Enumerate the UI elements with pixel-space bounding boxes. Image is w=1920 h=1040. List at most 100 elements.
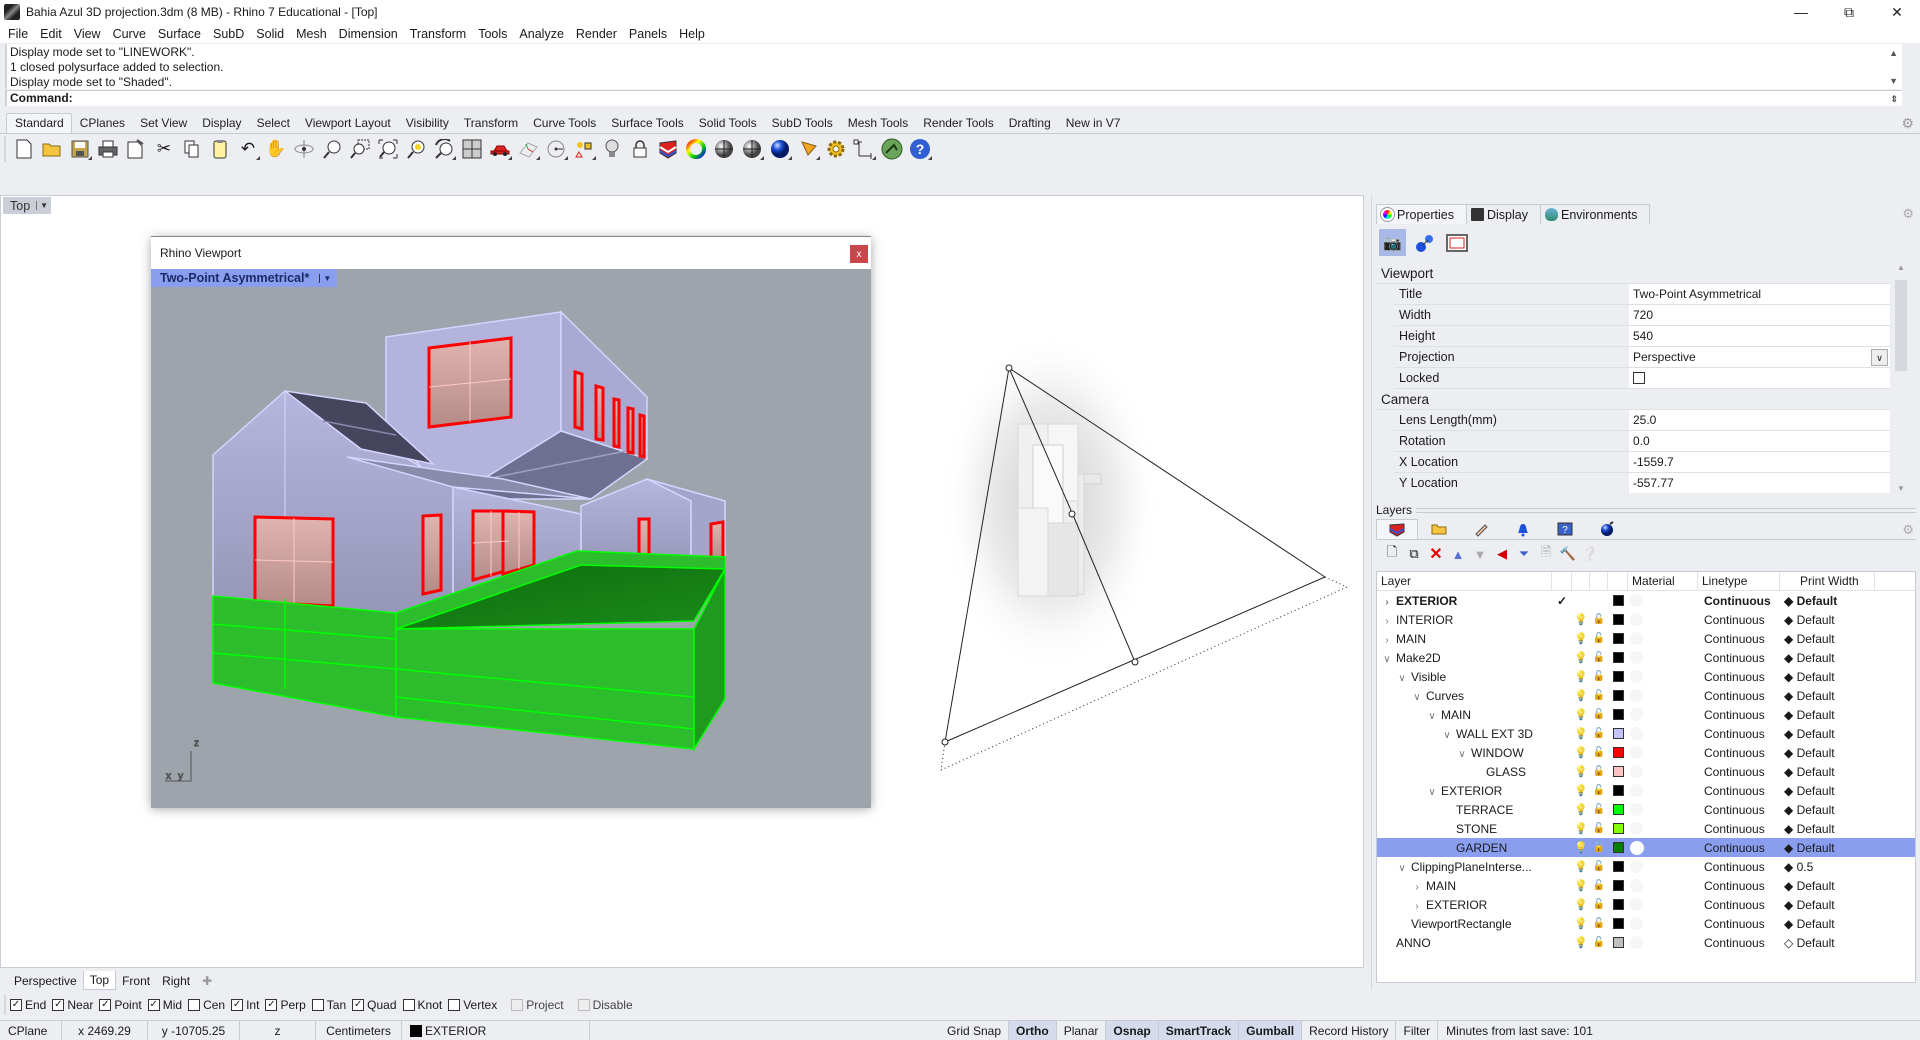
camera-target-handle[interactable]	[1068, 510, 1076, 518]
layer-row[interactable]: GLASS 💡 🔓 Continuous ◆ Default	[1377, 762, 1915, 781]
layer-material-cell[interactable]	[1628, 708, 1698, 721]
layer-row[interactable]: ∨ WINDOW 💡 🔓 Continuous ◆ Default	[1377, 743, 1915, 762]
color-wheel-icon[interactable]	[684, 137, 708, 161]
new-layer-icon[interactable]: 🗋	[1382, 543, 1402, 565]
layer-row[interactable]: ViewportRectangle 💡 🔓 Continuous ◆ Default	[1377, 914, 1915, 933]
unlock-icon[interactable]: 🔓	[1590, 766, 1608, 777]
layer-print-width-cell[interactable]: ◇ Default	[1780, 936, 1875, 950]
layer-color-swatch[interactable]	[1608, 804, 1628, 815]
unlock-icon[interactable]: 🔓	[1590, 937, 1608, 948]
layer-color-swatch[interactable]	[1608, 614, 1628, 625]
tools-hammer-icon[interactable]: 🔨	[1558, 546, 1578, 562]
tab-subd-tools[interactable]: SubD Tools	[764, 114, 840, 133]
status-toggle-filter[interactable]: Filter	[1396, 1021, 1439, 1040]
visibility-bulb-icon[interactable]: 💡	[1572, 879, 1590, 892]
layer-icon[interactable]	[656, 137, 680, 161]
layer-row[interactable]: ANNO 💡 🔓 Continuous ◇ Default	[1377, 933, 1915, 952]
options-gear-icon[interactable]	[824, 137, 848, 161]
property-locked-field[interactable]	[1629, 368, 1890, 388]
notifications-bell-icon[interactable]	[1502, 519, 1544, 539]
layer-material-cell[interactable]	[1628, 727, 1698, 740]
layer-row[interactable]: STONE 💡 🔓 Continuous ◆ Default	[1377, 819, 1915, 838]
osnap-checkbox[interactable]: ✓	[147, 999, 160, 1011]
col-color[interactable]	[1608, 571, 1628, 591]
new-sublayer-icon[interactable]: ⧉	[1404, 546, 1424, 562]
expand-chevron-icon[interactable]: ›	[1381, 616, 1393, 627]
col-layer[interactable]: Layer	[1377, 571, 1552, 591]
menu-file[interactable]: File	[4, 27, 36, 41]
collapse-chevron-icon[interactable]: ∨	[1396, 673, 1408, 684]
unlock-icon[interactable]: 🔓	[1590, 614, 1608, 625]
tab-standard[interactable]: Standard	[6, 113, 72, 133]
osnap-checkbox[interactable]	[311, 999, 324, 1011]
zoom-selected-icon[interactable]	[404, 137, 428, 161]
layer-color-swatch[interactable]	[1608, 747, 1628, 758]
frustum-corner-handle[interactable]	[941, 738, 949, 746]
layer-color-swatch[interactable]	[1608, 595, 1628, 606]
visibility-bulb-icon[interactable]: 💡	[1572, 746, 1590, 759]
render-car-icon[interactable]	[488, 137, 512, 161]
layer-row[interactable]: ∨ ClippingPlaneInterse... 💡 🔓 Continuous ◆ 0.…	[1377, 857, 1915, 876]
layer-print-width-cell[interactable]: ◆ 0.5	[1780, 860, 1875, 874]
layer-print-width-cell[interactable]: ◆ Default	[1780, 727, 1875, 741]
layer-linetype[interactable]: Continuous	[1698, 784, 1780, 798]
visibility-bulb-icon[interactable]: 💡	[1572, 689, 1590, 702]
layer-row[interactable]: GARDEN 💡 🔓 Continuous ◆ Default	[1377, 838, 1915, 857]
layer-linetype[interactable]: Continuous	[1698, 651, 1780, 665]
status-toggle-record-history[interactable]: Record History	[1302, 1021, 1397, 1040]
menu-surface[interactable]: Surface	[154, 27, 209, 41]
copy-icon[interactable]	[180, 137, 204, 161]
properties-scroll-thumb[interactable]	[1895, 280, 1907, 371]
unlock-icon[interactable]: 🔓	[1590, 652, 1608, 663]
expand-chevron-icon[interactable]: ›	[1381, 635, 1393, 646]
menu-panels[interactable]: Panels	[625, 27, 675, 41]
layer-states-icon[interactable]: 🗎	[1536, 543, 1556, 565]
layer-linetype[interactable]: Continuous	[1698, 708, 1780, 722]
menu-transform[interactable]: Transform	[406, 27, 475, 41]
layer-material-cell[interactable]	[1628, 651, 1698, 664]
collapse-chevron-icon[interactable]: ∨	[1441, 730, 1453, 741]
pointer-icon[interactable]	[796, 137, 820, 161]
layer-color-swatch[interactable]	[1608, 690, 1628, 701]
status-toggle-osnap[interactable]: Osnap	[1106, 1021, 1159, 1040]
viewport-tab-top[interactable]: Top	[82, 971, 117, 990]
status-units[interactable]: Centimeters	[316, 1021, 402, 1040]
current-layer-check-icon[interactable]: ✓	[1552, 594, 1572, 608]
visibility-bulb-icon[interactable]: 💡	[1572, 822, 1590, 835]
layer-material-cell[interactable]	[1628, 840, 1698, 855]
osnap-checkbox[interactable]	[402, 999, 415, 1011]
move-to-parent-icon[interactable]: ◀	[1492, 546, 1512, 562]
collapse-chevron-icon[interactable]: ∨	[1381, 654, 1393, 665]
status-current-layer[interactable]: EXTERIOR	[402, 1021, 590, 1040]
layers-tab-icon[interactable]	[1376, 519, 1418, 539]
osnap-vertex[interactable]: Vertex	[448, 998, 497, 1012]
pan-hand-icon[interactable]: ✋	[264, 137, 288, 161]
perspective-viewport-dropdown-icon[interactable]: ▼	[319, 273, 331, 283]
tab-solid-tools[interactable]: Solid Tools	[691, 114, 764, 133]
minimize-button[interactable]: —	[1778, 0, 1824, 24]
col-linetype[interactable]: Linetype	[1698, 571, 1780, 591]
tab-select[interactable]: Select	[249, 114, 297, 133]
property-lens-length-mm-field[interactable]: 25.0	[1629, 410, 1890, 430]
layer-color-swatch[interactable]	[1608, 633, 1628, 644]
layer-print-width-cell[interactable]: ◆ Default	[1780, 613, 1875, 627]
frustum-mid-handle[interactable]	[1131, 658, 1139, 666]
unlock-icon[interactable]: 🔓	[1590, 785, 1608, 796]
visibility-bulb-icon[interactable]: 💡	[1572, 860, 1590, 873]
osnap-quad[interactable]: ✓ Quad	[352, 998, 397, 1012]
layer-print-width-cell[interactable]: ◆ Default	[1780, 746, 1875, 760]
camera-target-icon[interactable]	[1411, 229, 1438, 256]
menu-solid[interactable]: Solid	[252, 27, 292, 41]
layer-help-icon[interactable]: ❔	[1580, 546, 1600, 562]
scroll-up-icon[interactable]: ▲	[1897, 263, 1905, 272]
layer-row[interactable]: ∨ WALL EXT 3D 💡 🔓 Continuous ◆ Default	[1377, 724, 1915, 743]
perspective-viewport[interactable]: z x y Two-Point Asymmetrical* ▼	[151, 269, 871, 808]
collapse-chevron-icon[interactable]: ∨	[1456, 749, 1468, 760]
object-snap-icon[interactable]	[572, 137, 596, 161]
osnap-end[interactable]: ✓ End	[10, 998, 46, 1012]
save-icon[interactable]	[68, 137, 92, 161]
grid-icon[interactable]	[516, 137, 540, 161]
menu-analyze[interactable]: Analyze	[515, 27, 571, 41]
layer-linetype[interactable]: Continuous	[1698, 746, 1780, 760]
zoom-dynamic-icon[interactable]	[320, 137, 344, 161]
